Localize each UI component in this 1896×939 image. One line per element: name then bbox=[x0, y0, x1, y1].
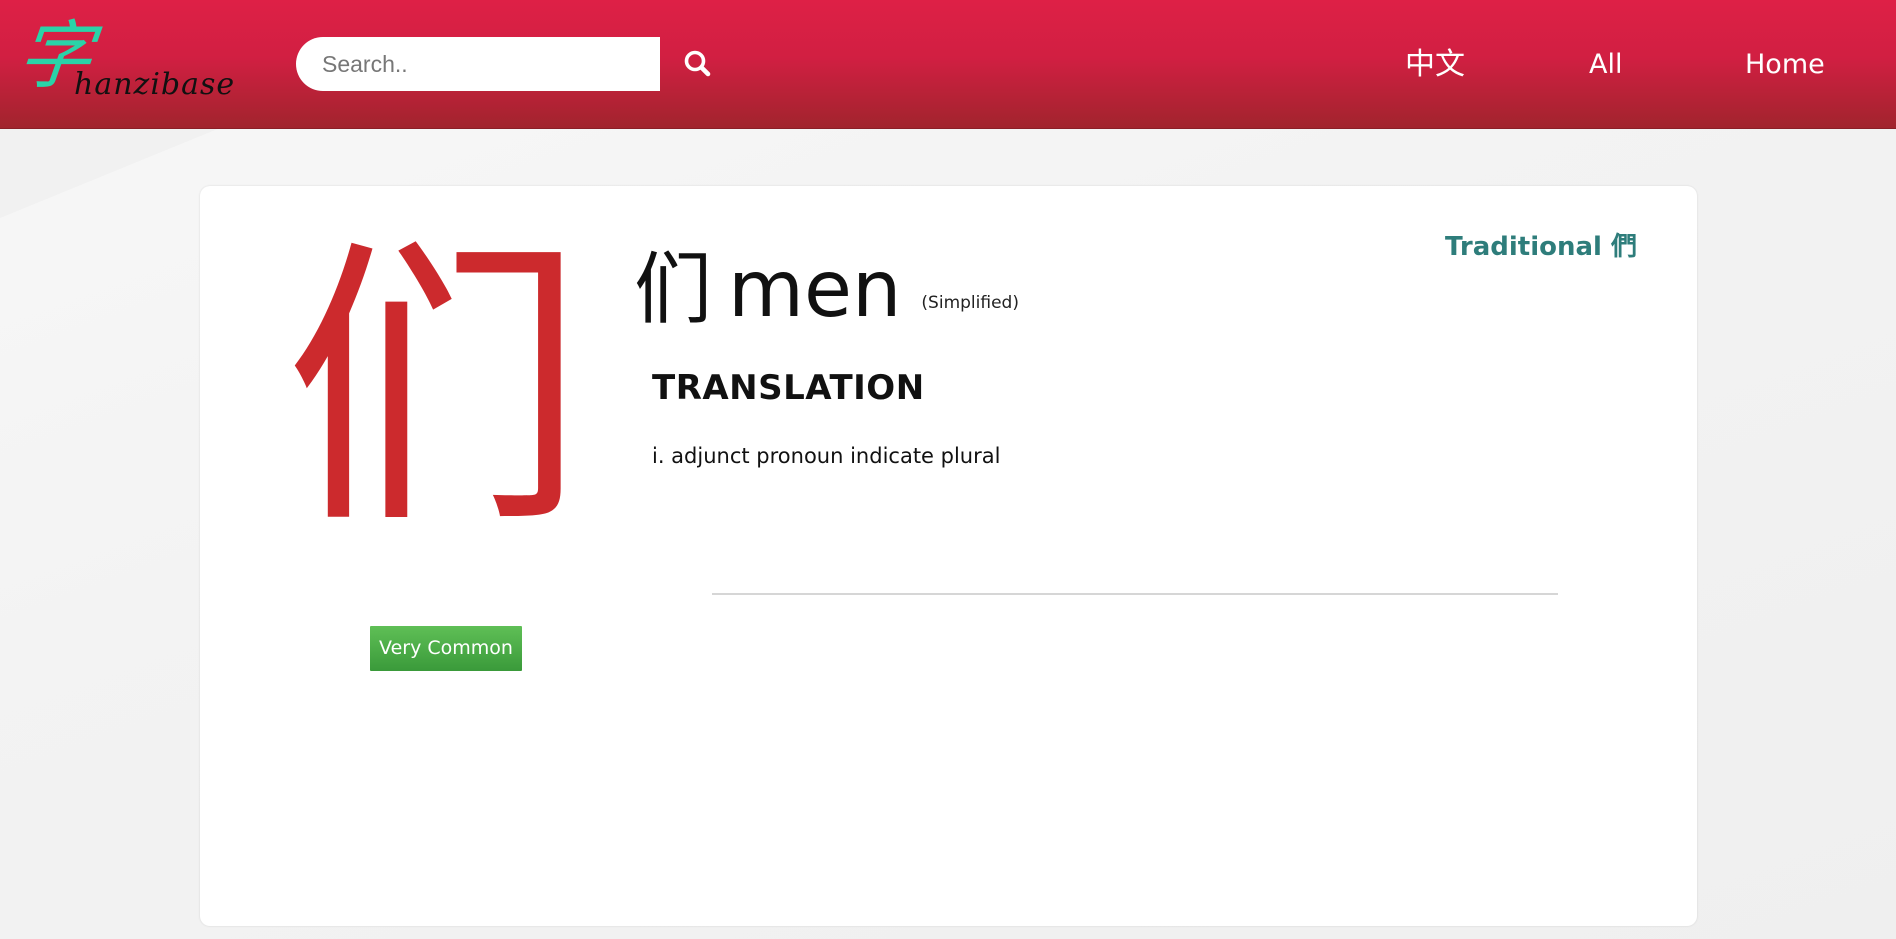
search-box bbox=[296, 37, 660, 91]
heading-character: 们 bbox=[634, 245, 713, 335]
search-input[interactable] bbox=[322, 37, 642, 91]
translation-heading: TRANSLATION bbox=[652, 368, 925, 408]
nav-home[interactable]: Home bbox=[1745, 40, 1825, 90]
logo-text: hanzibase bbox=[74, 67, 236, 102]
character-card: 们 Very Common 们 men (Simplified) Tradition… bbox=[200, 186, 1697, 926]
translation-text: i. adjunct pronoun indicate plural bbox=[652, 444, 1001, 468]
top-navbar: 字 hanzibase 中文 All Home bbox=[0, 0, 1896, 129]
character-glyph: 们 bbox=[284, 215, 584, 564]
search-icon bbox=[684, 50, 711, 77]
frequency-badge: Very Common bbox=[370, 626, 522, 671]
nav-chinese[interactable]: 中文 bbox=[1405, 40, 1465, 90]
script-note: (Simplified) bbox=[921, 293, 1019, 313]
character-heading: 们 men (Simplified) bbox=[634, 240, 1019, 340]
site-logo[interactable]: 字 hanzibase bbox=[13, 13, 238, 106]
heading-pinyin: men bbox=[728, 245, 902, 335]
search-button[interactable] bbox=[676, 42, 720, 86]
traditional-link[interactable]: Traditional 們 bbox=[1445, 226, 1637, 263]
nav-all[interactable]: All bbox=[1589, 40, 1622, 90]
background-accent bbox=[0, 128, 220, 218]
section-divider bbox=[712, 593, 1558, 595]
